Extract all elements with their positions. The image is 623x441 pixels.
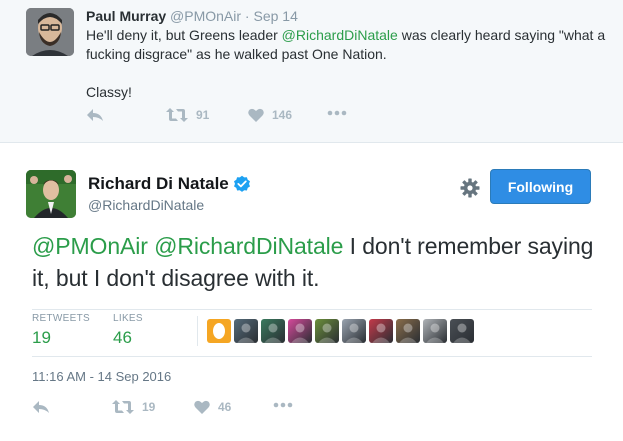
retweet-button[interactable]: 91 bbox=[166, 108, 209, 122]
divider bbox=[32, 309, 592, 310]
avatar[interactable] bbox=[26, 8, 74, 56]
following-button[interactable]: Following bbox=[490, 169, 591, 204]
reply-button[interactable] bbox=[32, 400, 50, 414]
reply-icon bbox=[33, 401, 49, 413]
liker-avatar[interactable] bbox=[342, 319, 366, 343]
heart-icon bbox=[248, 108, 264, 122]
liker-avatar[interactable] bbox=[207, 319, 231, 343]
liker-avatar[interactable] bbox=[423, 319, 447, 343]
heart-icon bbox=[194, 400, 210, 414]
mention-link[interactable]: @PMOnAir bbox=[32, 233, 148, 259]
more-icon bbox=[327, 110, 347, 116]
likes-stat[interactable]: LIKES 46 bbox=[113, 313, 143, 348]
retweet-icon bbox=[166, 108, 188, 122]
gear-icon[interactable] bbox=[459, 177, 481, 199]
avatar[interactable] bbox=[26, 170, 76, 218]
liker-avatars bbox=[207, 319, 477, 343]
likes-label: LIKES bbox=[113, 313, 143, 324]
liker-avatar[interactable] bbox=[396, 319, 420, 343]
text-segment: Classy! bbox=[86, 84, 132, 100]
tweet-date[interactable]: Sep 14 bbox=[253, 8, 297, 24]
more-button[interactable] bbox=[327, 110, 347, 116]
tweet-timestamp[interactable]: 11:16 AM - 14 Sep 2016 bbox=[32, 369, 171, 384]
divider bbox=[32, 356, 592, 357]
retweet-count: 19 bbox=[142, 400, 156, 414]
tweet-header: Paul Murray @PMOnAir · Sep 14 bbox=[86, 8, 298, 24]
author-name[interactable]: Paul Murray bbox=[86, 8, 166, 24]
author-handle[interactable]: @PMOnAir bbox=[170, 8, 241, 24]
like-count: 146 bbox=[272, 108, 293, 122]
verified-badge-icon bbox=[233, 175, 250, 192]
like-button[interactable]: 46 bbox=[194, 400, 231, 414]
like-button[interactable]: 146 bbox=[248, 108, 292, 122]
tweet-text: @PMOnAir @RichardDiNatale I don't rememb… bbox=[32, 230, 612, 294]
author-handle[interactable]: @RichardDiNatale bbox=[88, 197, 204, 213]
separator-dot: · bbox=[244, 8, 250, 24]
retweets-count: 19 bbox=[32, 328, 51, 347]
likes-count: 46 bbox=[113, 328, 132, 347]
more-button[interactable] bbox=[273, 402, 293, 408]
author-name[interactable]: Richard Di Natale bbox=[88, 174, 251, 194]
tweet-text: He'll deny it, but Greens leader @Richar… bbox=[86, 26, 606, 102]
liker-avatar[interactable] bbox=[315, 319, 339, 343]
liker-avatar[interactable] bbox=[261, 319, 285, 343]
text-segment: He'll deny it, but Greens leader bbox=[86, 27, 282, 43]
mention-link[interactable]: @RichardDiNatale bbox=[282, 27, 398, 43]
parent-tweet[interactable]: Paul Murray @PMOnAir · Sep 14 He'll deny… bbox=[0, 0, 623, 143]
liker-avatar[interactable] bbox=[369, 319, 393, 343]
reply-icon bbox=[87, 109, 103, 121]
liker-avatar[interactable] bbox=[288, 319, 312, 343]
liker-avatar[interactable] bbox=[234, 319, 258, 343]
reply-button[interactable] bbox=[86, 108, 104, 122]
more-icon bbox=[273, 402, 293, 408]
retweets-label: RETWEETS bbox=[32, 313, 90, 324]
divider bbox=[197, 316, 198, 346]
liker-avatar[interactable] bbox=[450, 319, 474, 343]
retweet-icon bbox=[112, 400, 134, 414]
mention-link[interactable]: @RichardDiNatale bbox=[154, 233, 343, 259]
retweet-button[interactable]: 19 bbox=[112, 400, 155, 414]
retweets-stat[interactable]: RETWEETS 19 bbox=[32, 313, 90, 348]
retweet-count: 91 bbox=[196, 108, 210, 122]
author-name-text[interactable]: Richard Di Natale bbox=[88, 174, 229, 194]
like-count: 46 bbox=[218, 400, 232, 414]
